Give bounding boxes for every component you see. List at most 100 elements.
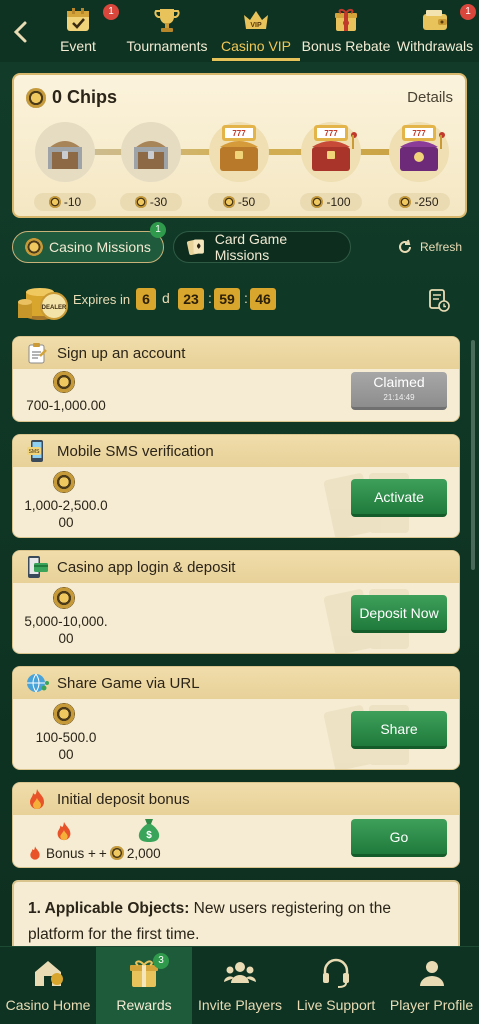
tab-casino-vip[interactable]: VIP Casino VIP xyxy=(216,6,296,58)
withdrawals-badge: 1 xyxy=(460,4,476,20)
nav-player-profile-label: Player Profile xyxy=(389,997,474,1013)
playing-cards-icon xyxy=(186,239,204,256)
dealer-coin-stack-icon: DEALER xyxy=(16,276,68,322)
chip-icon xyxy=(399,196,412,208)
svg-text:777: 777 xyxy=(324,129,338,138)
silver-chest-icon[interactable] xyxy=(34,121,96,183)
mission-header: SMS Mobile SMS verification xyxy=(13,435,459,467)
milestone-value: -100 xyxy=(300,193,362,211)
tab-bonus-rebate[interactable]: Bonus Rebate xyxy=(300,6,392,58)
tab-event-label: Event xyxy=(60,38,96,54)
people-icon xyxy=(223,957,257,989)
activate-button[interactable]: Activate xyxy=(351,479,447,517)
red-slot-chest-icon[interactable]: 777 xyxy=(300,121,362,183)
tab-casino-missions[interactable]: Casino Missions 1 xyxy=(12,222,166,263)
go-button[interactable]: Go xyxy=(351,819,447,857)
gift-rewards-icon: 3 xyxy=(127,953,169,989)
refresh-icon xyxy=(399,239,411,253)
nav-casino-home-label: Casino Home xyxy=(5,997,91,1013)
trophy-icon xyxy=(152,6,182,34)
mission-reward: 100-500.0 00 xyxy=(13,729,119,763)
fire-icon xyxy=(25,787,49,811)
mission-title: Casino app login & deposit xyxy=(57,558,236,576)
casino-home-icon xyxy=(31,957,65,989)
tab-card-game-missions[interactable]: Card Game Missions xyxy=(173,231,351,263)
tab-bonus-rebate-label: Bonus Rebate xyxy=(301,38,391,54)
tab-card-game-missions-label: Card Game Missions xyxy=(214,231,288,263)
svg-text:777: 777 xyxy=(412,129,426,138)
user-icon xyxy=(415,957,449,989)
initial-deposit-reward: Bonus + + 2,000 xyxy=(27,845,161,861)
phone-sms-icon: SMS xyxy=(25,439,49,463)
nav-player-profile[interactable]: Player Profile xyxy=(384,947,479,1024)
rewards-badge: 3 xyxy=(153,953,169,969)
countdown-minutes: 59 xyxy=(214,288,240,310)
dealer-text: DEALER xyxy=(42,305,67,311)
milestone-text: -100 xyxy=(326,195,351,209)
details-link[interactable]: Details xyxy=(407,89,453,106)
chips-balance: 0 Chips xyxy=(26,87,117,108)
wallet-icon: 1 xyxy=(420,4,476,34)
purple-slot-chest-icon[interactable]: 777 xyxy=(388,121,450,183)
share-globe-icon xyxy=(25,671,49,695)
refresh-button[interactable]: Refresh xyxy=(396,238,462,256)
tab-withdrawals[interactable]: 1 Withdrawals xyxy=(395,4,476,58)
milestone-text: -50 xyxy=(237,195,256,209)
event-badge: 1 xyxy=(103,4,119,20)
chip-icon xyxy=(25,238,43,256)
mission-title: Share Game via URL xyxy=(57,674,200,692)
nav-live-support[interactable]: Live Support xyxy=(288,947,384,1024)
milestone-value: -30 xyxy=(120,193,182,211)
mission-header: Share Game via URL xyxy=(13,667,459,699)
claimed-button: Claimed 21:14:49 xyxy=(351,372,447,410)
history-icon[interactable] xyxy=(428,288,450,312)
nav-rewards[interactable]: 3 Rewards xyxy=(96,947,192,1024)
rules-heading: 1. Applicable Objects: xyxy=(28,900,190,917)
svg-text:777: 777 xyxy=(232,129,246,138)
nav-casino-home[interactable]: Casino Home xyxy=(0,947,96,1024)
top-nav: 1 Event Tournaments VIP Casino VIP Bonus… xyxy=(0,0,479,62)
chip-icon xyxy=(311,196,324,208)
money-bag-icon: $ xyxy=(138,819,160,842)
vip-crown-icon: VIP xyxy=(241,6,271,34)
casino-missions-badge: 1 xyxy=(150,222,166,238)
mission-reward-line: 5,000-10,000. xyxy=(24,614,108,629)
chevron-left-icon xyxy=(13,21,27,43)
mission-header: Initial deposit bonus xyxy=(13,783,459,815)
claimed-label: Claimed xyxy=(373,373,425,390)
chip-icon xyxy=(53,471,75,493)
time-separator: : xyxy=(208,290,212,306)
tab-tournaments[interactable]: Tournaments xyxy=(122,6,212,58)
mission-reward: 700-1,000.00 xyxy=(26,398,106,413)
clipboard-icon xyxy=(25,341,49,365)
mission-reward-line: 1,000-2,500.0 xyxy=(24,498,108,513)
silver-chest-icon[interactable] xyxy=(120,121,182,183)
mission-reward: 1,000-2,500.0 00 xyxy=(13,497,119,531)
chip-icon xyxy=(48,196,61,208)
mission-title: Sign up an account xyxy=(57,344,186,362)
deposit-now-button[interactable]: Deposit Now xyxy=(351,595,447,633)
mission-card-signup: Sign up an account 700-1,000.00 Claimed … xyxy=(12,336,460,422)
chip-icon xyxy=(53,703,75,725)
gold-slot-chest-icon[interactable]: 777 xyxy=(208,121,270,183)
chip-icon xyxy=(134,196,147,208)
mission-reward-line: 00 xyxy=(58,631,74,646)
mission-header: Casino app login & deposit xyxy=(13,551,459,583)
back-button[interactable] xyxy=(8,18,34,46)
chip-icon xyxy=(222,196,235,208)
milestone-text: -10 xyxy=(63,195,82,209)
mission-card-share: Share Game via URL 100-500.0 00 Share xyxy=(12,666,460,770)
milestone-value: -250 xyxy=(388,193,450,211)
active-tab-indicator xyxy=(212,58,300,61)
share-button[interactable]: Share xyxy=(351,711,447,749)
mission-reward-line: 100-500.0 xyxy=(35,730,97,745)
scrollbar[interactable] xyxy=(471,340,475,570)
mission-title: Initial deposit bonus xyxy=(57,790,190,808)
time-separator: : xyxy=(244,290,248,306)
tab-tournaments-label: Tournaments xyxy=(126,38,208,54)
tab-event[interactable]: 1 Event xyxy=(48,4,119,58)
mission-title: Mobile SMS verification xyxy=(57,442,214,460)
nav-invite-players[interactable]: Invite Players xyxy=(192,947,288,1024)
chips-balance-text: 0 Chips xyxy=(52,87,118,107)
tab-casino-vip-label: Casino VIP xyxy=(220,38,292,54)
